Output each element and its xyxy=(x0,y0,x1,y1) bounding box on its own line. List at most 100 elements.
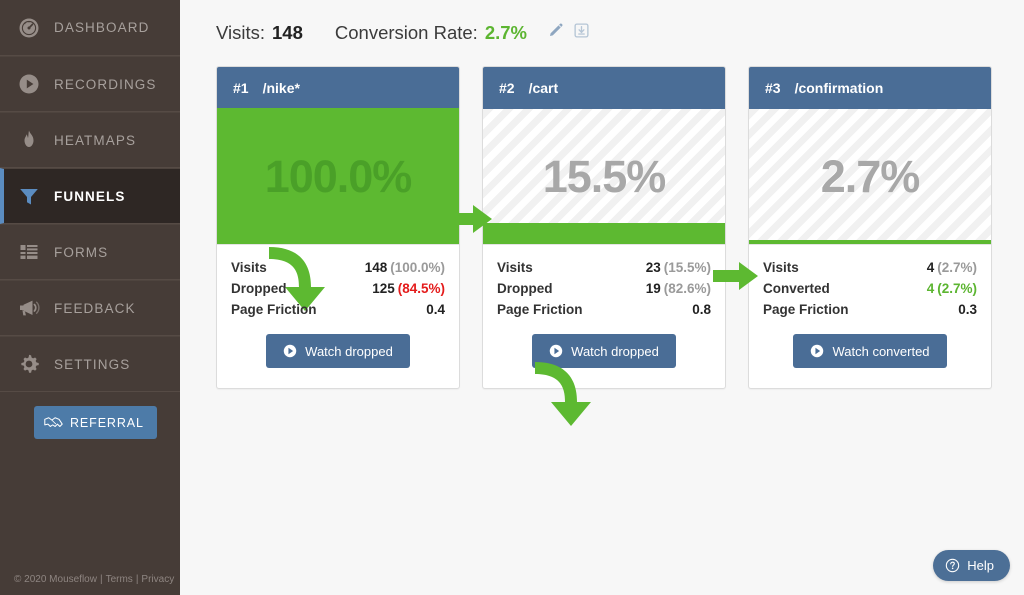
stat-percent: (15.5%) xyxy=(663,260,711,275)
sidebar-item-dashboard[interactable]: DASHBOARD xyxy=(0,0,180,56)
stat-value-group: 23 (15.5%) xyxy=(646,260,711,275)
step-number: #2 xyxy=(499,80,515,96)
sidebar-item-label: SETTINGS xyxy=(54,356,131,372)
stat-value-group: 0.4 xyxy=(426,302,445,317)
sidebar-item-recordings[interactable]: RECORDINGS xyxy=(0,56,180,112)
stat-label: Dropped xyxy=(497,281,553,296)
funnel-stats: Visits 148 (100.0%) Dropped 125 (84.5%) Pa… xyxy=(217,245,459,320)
funnel-stats: Visits 23 (15.5%) Dropped 19 (82.6%) Page … xyxy=(483,245,725,320)
sidebar-item-settings[interactable]: SETTINGS xyxy=(0,336,180,392)
funnel-step-card: #3 /confirmation 2.7% Visits 4 (2.7%) Con… xyxy=(748,66,992,389)
stat-value-group: 125 (84.5%) xyxy=(372,281,445,296)
stat-value: 148 xyxy=(364,260,388,275)
privacy-link[interactable]: Privacy xyxy=(141,574,174,585)
conversion-rate-label: Conversion Rate: xyxy=(334,22,478,43)
sidebar-item-feedback[interactable]: FEEDBACK xyxy=(0,280,180,336)
help-label: Help xyxy=(967,558,994,573)
stat-value: 125 xyxy=(372,281,395,296)
watch-button[interactable]: Watch dropped xyxy=(266,334,410,368)
funnel-icon xyxy=(14,181,44,211)
funnel-step-header: #1 /nike* xyxy=(217,67,459,109)
copyright-text: © 2020 Mouseflow xyxy=(14,574,97,585)
terms-link[interactable]: Terms xyxy=(106,574,133,585)
sidebar-item-label: FEEDBACK xyxy=(54,300,136,316)
sidebar-item-label: FORMS xyxy=(54,244,109,260)
stat-row: Page Friction 0.4 xyxy=(231,299,445,320)
stat-label: Visits xyxy=(763,260,799,275)
sidebar-item-label: RECORDINGS xyxy=(54,76,157,92)
main-content: Visits: 148 Conversion Rate: 2.7% #1 /ni… xyxy=(180,0,1024,595)
sidebar: DASHBOARD RECORDINGS HEATMAPS FUNNELS FORMS F… xyxy=(0,0,180,595)
play-circle-icon xyxy=(810,344,824,358)
save-icon[interactable] xyxy=(573,22,590,44)
watch-button-container: Watch dropped xyxy=(217,320,459,388)
step-number: #3 xyxy=(765,80,781,96)
watch-button-label: Watch dropped xyxy=(305,343,393,359)
funnel-percent-label: 15.5% xyxy=(542,150,667,202)
stat-value: 0.3 xyxy=(958,302,977,317)
handshake-icon xyxy=(44,413,63,432)
stat-value-group: 148 (100.0%) xyxy=(365,260,445,275)
referral-container: REFERRAL xyxy=(0,392,180,439)
sidebar-item-label: FUNNELS xyxy=(54,188,126,204)
stat-value-group: 0.8 xyxy=(692,302,711,317)
stat-value: 23 xyxy=(645,260,661,275)
stat-value: 0.8 xyxy=(692,302,711,317)
stat-value: 4 xyxy=(926,260,935,275)
watch-button[interactable]: Watch dropped xyxy=(532,334,676,368)
step-url: /confirmation xyxy=(794,80,884,96)
funnel-step-card: #2 /cart 15.5% Visits 23 (15.5%) Dropped… xyxy=(482,66,758,426)
sidebar-nav: DASHBOARD RECORDINGS HEATMAPS FUNNELS FORMS F… xyxy=(0,0,180,392)
stat-percent: (2.7%) xyxy=(937,260,977,275)
funnel-bar-area: 100.0% xyxy=(217,108,492,245)
watch-button[interactable]: Watch converted xyxy=(793,334,947,368)
stats-wrapper: Visits 23 (15.5%) Dropped 19 (82.6%) Page … xyxy=(483,245,725,426)
step-number: #1 xyxy=(233,80,249,96)
watch-button-container: Watch converted xyxy=(749,320,991,388)
referral-button[interactable]: REFERRAL xyxy=(34,406,157,439)
stat-label: Visits xyxy=(497,260,533,275)
stat-row: Page Friction 0.3 xyxy=(763,299,977,320)
conversion-rate-metric: Conversion Rate: 2.7% xyxy=(335,22,527,44)
stat-label: Page Friction xyxy=(231,302,317,317)
stat-value-group: 4 (2.7%) xyxy=(927,260,977,275)
funnel-step-header: #3 /confirmation xyxy=(749,67,991,109)
funnel-stats: Visits 4 (2.7%) Converted 4 (2.7%) Page Fr… xyxy=(749,245,991,320)
funnel-percent-label: 2.7% xyxy=(820,150,921,202)
flame-icon xyxy=(14,125,44,155)
play-circle-icon xyxy=(14,69,44,99)
sidebar-item-funnels[interactable]: FUNNELS xyxy=(0,168,180,224)
sidebar-item-label: HEATMAPS xyxy=(54,132,137,148)
megaphone-icon xyxy=(14,293,44,323)
funnel-step-card: #1 /nike* 100.0% Visits 148 (100.0%) Dro… xyxy=(216,66,492,389)
sidebar-item-forms[interactable]: FORMS xyxy=(0,224,180,280)
question-circle-icon xyxy=(945,558,960,573)
help-button[interactable]: Help xyxy=(933,550,1010,581)
watch-button-label: Watch converted xyxy=(832,343,930,359)
visits-value: 148 xyxy=(272,22,303,43)
stat-label: Dropped xyxy=(231,281,287,296)
stat-value-group: 4 (2.7%) xyxy=(927,281,977,296)
funnel-step-header: #2 /cart xyxy=(483,67,725,109)
referral-label: REFERRAL xyxy=(70,415,144,430)
stat-value-group: 19 (82.6%) xyxy=(646,281,711,296)
stat-row: Visits 23 (15.5%) xyxy=(497,257,711,278)
stat-percent: (2.7%) xyxy=(937,281,977,296)
footer-separator-1: | xyxy=(99,574,103,585)
stat-label: Page Friction xyxy=(497,302,583,317)
pencil-icon[interactable] xyxy=(547,22,564,44)
stat-row: Converted 4 (2.7%) xyxy=(763,278,977,299)
play-circle-icon xyxy=(283,344,297,358)
stat-value: 19 xyxy=(645,281,661,296)
stat-row: Visits 148 (100.0%) xyxy=(231,257,445,278)
play-circle-icon xyxy=(549,344,563,358)
stat-value-group: 0.3 xyxy=(958,302,977,317)
stat-percent: (100.0%) xyxy=(390,260,445,275)
sidebar-item-label: DASHBOARD xyxy=(54,20,150,35)
visits-metric: Visits: 148 xyxy=(216,22,303,44)
watch-button-label: Watch dropped xyxy=(571,343,659,359)
stat-row: Dropped 125 (84.5%) xyxy=(231,278,445,299)
stat-row: Visits 4 (2.7%) xyxy=(763,257,977,278)
watch-button-container: Watch dropped xyxy=(483,320,725,388)
sidebar-item-heatmaps[interactable]: HEATMAPS xyxy=(0,112,180,168)
